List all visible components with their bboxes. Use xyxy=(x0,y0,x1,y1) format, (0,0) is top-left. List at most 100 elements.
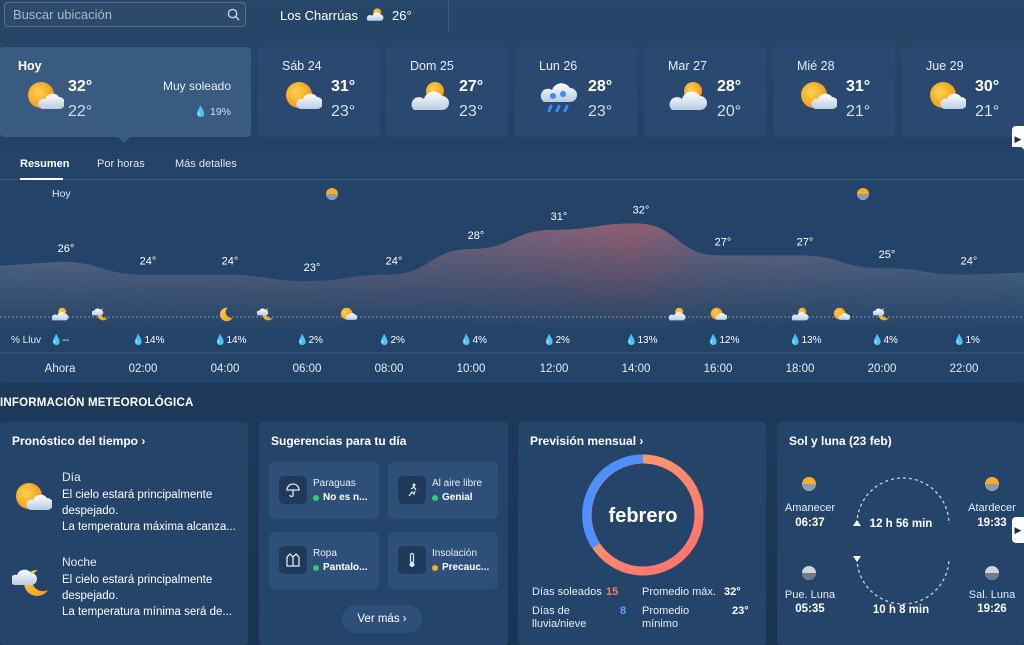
moonset-icon xyxy=(985,566,999,580)
hourly-time-label: 12:00 xyxy=(540,363,569,375)
hourly-temp-label: 23° xyxy=(304,262,321,274)
day-high: 30° xyxy=(975,78,1000,95)
today-pointer xyxy=(116,135,132,143)
sunrise-icon xyxy=(802,477,816,491)
hourly-rain-label: 💧2% xyxy=(378,333,405,346)
temperature-area xyxy=(0,223,1024,331)
hourly-time-label: Ahora xyxy=(45,363,76,375)
cloud-sun-icon xyxy=(668,79,708,115)
see-more-button[interactable]: Ver más › xyxy=(342,605,422,633)
sun-marker xyxy=(326,188,338,200)
tab-summary[interactable]: Resumen xyxy=(20,158,70,170)
tab-details[interactable]: Más detalles xyxy=(175,158,237,170)
hourly-rain-label: 💧4% xyxy=(460,333,487,346)
suggestion-clothing[interactable]: Ropa Pantalo... xyxy=(269,532,379,589)
day-description: El cielo estará principalmente despejado… xyxy=(62,489,236,533)
night-label: Noche xyxy=(62,555,97,569)
rain-cloud-icon xyxy=(539,79,579,115)
hourly-temp-label: 27° xyxy=(715,236,732,248)
day-card[interactable]: Mar 27 28° 20° xyxy=(644,47,766,137)
search-icon[interactable] xyxy=(221,8,245,21)
raindrop-icon: 💧 xyxy=(193,106,208,118)
forecast-card[interactable]: Pronóstico del tiempo › Día El cielo est… xyxy=(0,422,248,645)
day-card[interactable]: Mié 28 31° 21° xyxy=(773,47,895,137)
day-card[interactable]: Jue 29 30° 21° xyxy=(902,47,1024,137)
suggestion-outdoor[interactable]: Al aire libre Genial xyxy=(388,462,498,519)
search-input[interactable] xyxy=(5,7,221,22)
forecast-tabs: Resumen Por horas Más detalles xyxy=(0,147,1024,180)
suggestion-name: Insolación xyxy=(432,548,478,559)
moon-marker xyxy=(857,188,869,200)
hourly-chart[interactable]: Hoy % Lluv 26° 24° 24° 23° 24° 28° 31° 32° 27° 27… xyxy=(0,181,1024,383)
day-label: Mié 28 xyxy=(797,59,835,73)
hourly-rain-label: 💧-- xyxy=(50,333,69,346)
day-low: 22° xyxy=(68,103,93,120)
day-high: 31° xyxy=(846,78,871,95)
forecast-card-title[interactable]: Pronóstico del tiempo › xyxy=(12,434,145,448)
suggestion-heat[interactable]: Insolación Precauc... xyxy=(388,532,498,589)
hourly-temp-label: 24° xyxy=(961,256,978,268)
hourly-temp-label: 28° xyxy=(468,230,485,242)
hourly-rain-label: 💧14% xyxy=(132,333,165,346)
monthly-title[interactable]: Previsión mensual › xyxy=(530,434,643,448)
rain-days-value: 8 xyxy=(620,605,627,617)
suggestion-umbrella[interactable]: Paraguas No es n... xyxy=(269,462,379,519)
top-bar: Los Charrúas 26° xyxy=(0,0,1024,32)
night-description: El cielo estará principalmente despejado… xyxy=(62,574,233,618)
sun-cloud-icon xyxy=(282,79,322,115)
suggestion-value: Precauc... xyxy=(432,562,494,573)
suggestions-title: Sugerencias para tu día xyxy=(271,434,407,448)
day-low: 23° xyxy=(459,103,484,120)
rain-days-label: Días de lluvia/nieve xyxy=(532,605,587,630)
day-label: Lun 26 xyxy=(539,59,578,73)
running-icon xyxy=(398,476,426,504)
suggestion-name: Paraguas xyxy=(313,478,356,489)
suggestion-value: Pantalo... xyxy=(313,562,375,573)
current-location[interactable]: Los Charrúas 26° xyxy=(280,7,412,23)
suggestion-value: No es n... xyxy=(313,492,375,503)
monthly-card[interactable]: Previsión mensual › febrero Días soleado… xyxy=(518,422,766,645)
suggestion-name: Al aire libre xyxy=(432,478,483,489)
rain-value: 19% xyxy=(209,106,231,118)
day-high: 28° xyxy=(588,78,613,95)
hourly-temp-label: 24° xyxy=(386,256,403,268)
hourly-rain-label: 💧13% xyxy=(625,333,658,346)
hourly-time-label: 18:00 xyxy=(786,363,815,375)
hourly-temp-label: 27° xyxy=(797,236,814,248)
day-high: 32° xyxy=(68,78,93,95)
hourly-rain-label: 💧2% xyxy=(296,333,323,346)
tab-hourly[interactable]: Por horas xyxy=(97,158,145,170)
next-card-arrow[interactable]: ▶ xyxy=(1012,517,1024,543)
sun-cloud-icon xyxy=(24,79,64,115)
month-ring: febrero xyxy=(582,454,704,576)
daily-forecast: Hoy 32° 22° Muy soleado 💧 19% Sáb 24 31° 2… xyxy=(0,47,1024,152)
moon-length: 10 h 8 min xyxy=(872,604,930,616)
day-length: 12 h 56 min xyxy=(869,518,933,530)
hourly-time-label: 04:00 xyxy=(211,363,240,375)
location-name: Los Charrúas xyxy=(280,7,359,23)
location-temp: 26° xyxy=(392,7,412,23)
hourly-time-label: 22:00 xyxy=(950,363,979,375)
sun-moon-card[interactable]: Sol y luna (23 feb) Amanecer 06:37 Atard… xyxy=(777,422,1024,645)
sunny-days-label: Días soleados xyxy=(532,586,602,598)
day-card[interactable]: Sáb 24 31° 23° xyxy=(258,47,380,137)
hourly-rain-label: 💧2% xyxy=(543,333,570,346)
chart-today-label: Hoy xyxy=(52,188,71,200)
day-high: 31° xyxy=(331,78,356,95)
day-label: Hoy xyxy=(18,59,42,73)
day-low: 23° xyxy=(331,103,356,120)
moonset-time: 19:26 xyxy=(977,603,1007,615)
rain-row-label: % Lluv xyxy=(11,335,41,346)
day-card-today[interactable]: Hoy 32° 22° Muy soleado 💧 19% xyxy=(0,47,251,137)
thermometer-icon xyxy=(398,546,426,574)
suggestion-name: Ropa xyxy=(313,548,337,559)
sun-cloud-icon xyxy=(926,79,966,115)
search-box[interactable] xyxy=(4,2,246,27)
day-card[interactable]: Lun 26 28° 23° xyxy=(515,47,637,137)
hourly-time-label: 20:00 xyxy=(868,363,897,375)
day-card[interactable]: Dom 25 27° 23° xyxy=(386,47,508,137)
hourly-rain-label: 💧14% xyxy=(214,333,247,346)
hourly-rain-label: 💧13% xyxy=(789,333,822,346)
day-low: 23° xyxy=(588,103,613,120)
sun-cloud-icon xyxy=(12,480,52,516)
